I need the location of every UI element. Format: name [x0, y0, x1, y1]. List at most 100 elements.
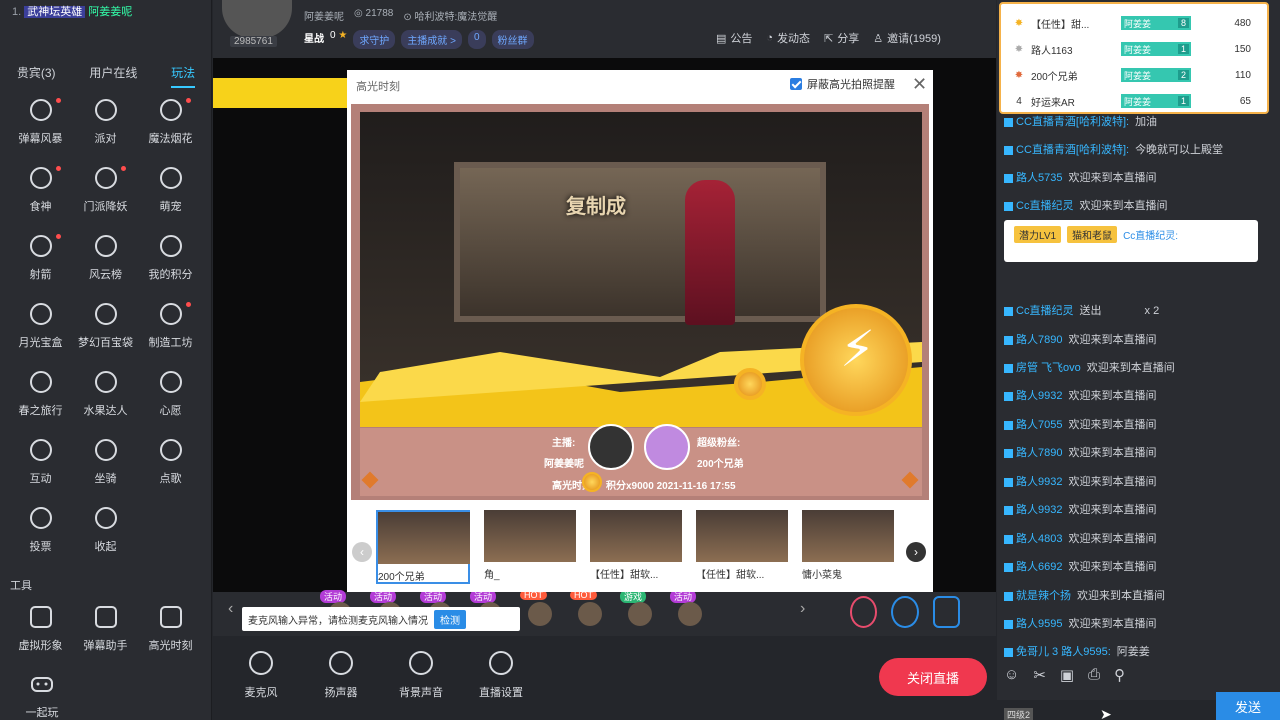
- shop-icon[interactable]: [932, 596, 960, 628]
- thumbnail-item[interactable]: 【任性】甜软...: [696, 510, 790, 584]
- gift-icon[interactable]: [578, 602, 602, 626]
- gift-next-icon[interactable]: ›: [800, 600, 805, 618]
- gift-prev-icon[interactable]: ‹: [228, 600, 233, 618]
- play-item-11[interactable]: 制造工坊: [138, 300, 203, 354]
- play-item-13[interactable]: 水果达人: [73, 368, 138, 422]
- gift-icon[interactable]: [628, 602, 652, 626]
- tool-item-0[interactable]: 虚拟形象: [8, 603, 73, 657]
- swirl-icon[interactable]: [891, 596, 919, 628]
- play-item-12[interactable]: 春之旅行: [8, 368, 73, 422]
- storm-icon: [29, 99, 52, 121]
- tab-play[interactable]: 玩法: [171, 64, 196, 88]
- chat-user[interactable]: Cc直播纪灵: [1016, 200, 1073, 212]
- play-item-17[interactable]: 点歌: [138, 436, 203, 490]
- chat-user[interactable]: 就是辣个扬: [1016, 590, 1071, 602]
- points-coin-icon: [582, 472, 602, 492]
- play-item-1[interactable]: 派对: [73, 96, 138, 150]
- chat-user[interactable]: CC直播青酒[哈利波特]:: [1016, 144, 1129, 156]
- achievement-badge[interactable]: 主播成就 >: [401, 30, 462, 49]
- play-item-16[interactable]: 坐骑: [73, 436, 138, 490]
- share-button[interactable]: ⇱ 分享: [824, 30, 859, 46]
- chat-user[interactable]: 路人6692: [1016, 561, 1062, 573]
- checkbox-icon[interactable]: [790, 78, 802, 90]
- control-3[interactable]: 直播设置: [476, 648, 526, 700]
- chat-user[interactable]: Cc直播纪灵: [1016, 305, 1073, 317]
- chat-user[interactable]: CC直播青酒[哈利波特]:: [1016, 116, 1129, 128]
- vs-icon: [29, 439, 52, 461]
- announce-button[interactable]: ▤ 公告: [716, 30, 752, 46]
- invite-button[interactable]: ♙ 邀请(1959): [873, 30, 941, 46]
- pin-icon[interactable]: ⚲: [1114, 666, 1125, 684]
- thumbnail-item[interactable]: 200个兄弟: [376, 510, 470, 584]
- chat-user[interactable]: 路人9932: [1016, 390, 1062, 402]
- play-item-4[interactable]: 门派降妖: [73, 164, 138, 218]
- room-id: 2985761: [230, 36, 277, 47]
- play-item-0[interactable]: 弹幕风暴: [8, 96, 73, 150]
- thumbnail-item[interactable]: 角_: [484, 510, 578, 584]
- image-icon[interactable]: ▣: [1060, 666, 1074, 684]
- emoji-icon[interactable]: ☺: [1004, 666, 1019, 684]
- detect-button[interactable]: 检测: [434, 609, 466, 629]
- thumbnail-label: 200个兄弟: [378, 572, 425, 583]
- close-icon[interactable]: ✕: [912, 74, 927, 95]
- rank-row[interactable]: ✸ 路人1163 阿姜姜 1 150: [1007, 36, 1263, 62]
- chat-message: CC直播青酒[哈利波特]: 加油: [1004, 113, 1157, 129]
- rank-number: ✸: [1007, 70, 1031, 81]
- rank-row[interactable]: ✸ 【任性】甜... 阿姜姜 8 480: [1007, 10, 1263, 36]
- chat-user[interactable]: 路人7055: [1016, 419, 1062, 431]
- tool-item-2[interactable]: 高光时刻: [138, 603, 203, 657]
- play-item-9[interactable]: 月光宝盒: [8, 300, 73, 354]
- control-0[interactable]: 麦克风: [236, 648, 286, 700]
- fan-group-badge[interactable]: 粉丝群: [491, 30, 534, 49]
- hide-reminder-checkbox[interactable]: 屏蔽高光拍照提醒: [790, 76, 895, 92]
- play-item-19[interactable]: 收起: [73, 504, 138, 558]
- play-item-10[interactable]: 梦幻百宝袋: [73, 300, 138, 354]
- thumbnail-item[interactable]: 慵小菜鬼: [802, 510, 896, 584]
- thumb-prev-icon[interactable]: ‹: [352, 542, 372, 562]
- thumb-next-icon[interactable]: ›: [906, 542, 926, 562]
- close-live-button[interactable]: 关闭直播: [879, 658, 987, 696]
- print-icon[interactable]: ⎙: [1088, 666, 1100, 684]
- speaker-icon: [329, 651, 353, 675]
- play-item-18[interactable]: 投票: [8, 504, 73, 558]
- anchor-name: 阿姜姜呢: [304, 12, 344, 23]
- play-item-8[interactable]: 我的积分: [138, 232, 203, 286]
- user-badge-icon: [1004, 562, 1013, 572]
- chat-user[interactable]: 路人9595: [1016, 618, 1062, 630]
- tab-online[interactable]: 用户在线: [89, 64, 137, 88]
- chat-user[interactable]: 路人7890: [1016, 447, 1062, 459]
- play-item-15[interactable]: 互动: [8, 436, 73, 490]
- game-name[interactable]: ⊙ 哈利波特:魔法觉醒: [403, 8, 497, 23]
- play-item-7[interactable]: 风云榜: [73, 232, 138, 286]
- chat-user[interactable]: 路人7890: [1016, 334, 1062, 346]
- control-1[interactable]: 扬声器: [316, 648, 366, 700]
- link-badge[interactable]: 0: [467, 30, 486, 49]
- yiqiwan-button[interactable]: 一起玩: [14, 670, 70, 720]
- chat-user[interactable]: 路人4803: [1016, 533, 1062, 545]
- tool-item-1[interactable]: 弹幕助手: [73, 603, 138, 657]
- chat-user[interactable]: 免哥儿 3 路人9595:: [1016, 646, 1111, 658]
- send-button[interactable]: 发送: [1216, 692, 1280, 720]
- scissors-icon[interactable]: ✂: [1033, 666, 1046, 684]
- chat-user[interactable]: 路人5735: [1016, 172, 1062, 184]
- post-button[interactable]: ◔ 发动态: [766, 30, 810, 46]
- control-2[interactable]: 背景声音: [396, 648, 446, 700]
- chat-user[interactable]: 路人9932: [1016, 504, 1062, 516]
- play-item-2[interactable]: 魔法烟花: [138, 96, 203, 150]
- guard-badge[interactable]: 求守护: [353, 30, 396, 49]
- play-item-3[interactable]: 食神: [8, 164, 73, 218]
- play-item-6[interactable]: 射箭: [8, 232, 73, 286]
- right-tool-icons: [850, 596, 960, 628]
- gift-icon[interactable]: [528, 602, 552, 626]
- wan-icon[interactable]: [850, 596, 878, 628]
- rank-row[interactable]: 4 好运来AR 阿姜姜 1 65: [1007, 88, 1263, 114]
- tab-guests[interactable]: 贵宾(3): [17, 64, 56, 88]
- gift-icon[interactable]: [678, 602, 702, 626]
- rank-row[interactable]: ✸ 200个兄弟 阿姜姜 2 110: [1007, 62, 1263, 88]
- thumbnail-item[interactable]: 【任性】甜软...: [590, 510, 684, 584]
- chat-user[interactable]: 路人9932: [1016, 476, 1062, 488]
- play-item-5[interactable]: 萌宠: [138, 164, 203, 218]
- chat-user[interactable]: 房管 飞飞ovo: [1016, 362, 1081, 374]
- toast-close-icon[interactable]: ✕: [503, 610, 515, 627]
- play-item-14[interactable]: 心愿: [138, 368, 203, 422]
